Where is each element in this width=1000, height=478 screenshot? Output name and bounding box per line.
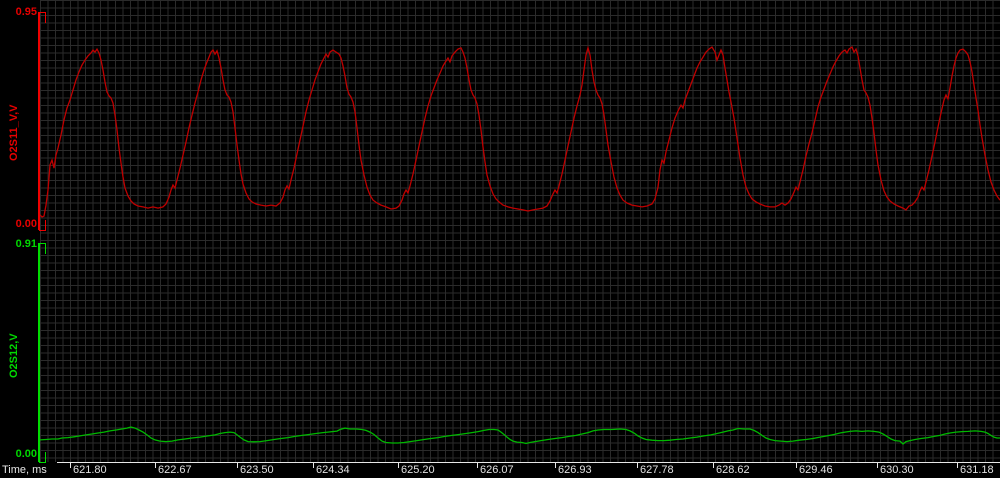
time-tick-label: 631.18 [960,464,994,476]
channel2-axis-bottom-bracket [39,452,46,463]
time-tick-label: 626.93 [558,464,592,476]
channel2-ymax-label: 0.91 [0,238,37,250]
time-tick-label: 624.34 [316,464,350,476]
channel2-name-label: O2S12,V [8,333,20,378]
channel2-axis-top-bracket [39,243,46,254]
channel1-ymax-label: 0.95 [0,6,37,18]
time-tick-label: 623.50 [240,464,274,476]
time-tick-label: 627.78 [640,464,674,476]
plot-grid[interactable] [40,0,1000,462]
time-axis-line [57,462,1000,463]
channel1-axis-top-bracket [39,12,46,23]
time-axis-title: Time, ms [2,464,47,476]
time-tick-label: 630.30 [880,464,914,476]
time-tick-label: 622.67 [158,464,192,476]
channel1-y-axis [38,12,40,230]
channel2-ymin-label: 0.00 [0,448,37,460]
oscilloscope-view: 0.95 0.00 0.91 0.00 O2S11_V,V O2S12,V Ti… [0,0,1000,478]
channel2-y-axis [38,243,40,462]
channel1-ymin-label: 0.00 [0,218,37,230]
time-tick-label: 629.46 [799,464,833,476]
time-tick-label: 625.20 [401,464,435,476]
channel1-name-label: O2S11_V,V [8,105,20,161]
time-tick-label: 626.07 [480,464,514,476]
time-tick-label: 628.62 [716,464,750,476]
channel1-axis-bottom-bracket [39,220,46,231]
time-tick-label: 621.80 [73,464,107,476]
